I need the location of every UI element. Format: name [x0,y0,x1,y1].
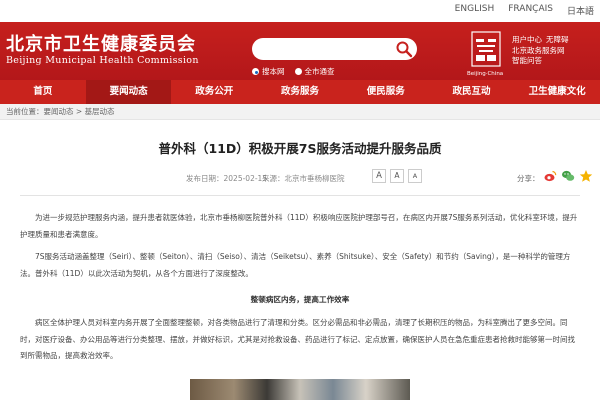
lang-japanese-link[interactable]: 日本語 [567,4,594,17]
quick-links: 用户中心 无障碍 北京政务服务网 智能问答 [512,35,569,67]
article-meta: 发布日期：2025-02-15 来源：北京市垂杨柳医院 A A A 分享： [20,169,593,189]
nav-item-gov-service[interactable]: 政务服务 [257,80,343,104]
font-default-button[interactable]: A [390,169,404,183]
lang-french-link[interactable]: FRANÇAIS [508,4,553,17]
share-label: 分享： [517,174,540,183]
beijing-emblem-icon[interactable] [471,31,501,69]
nav-item-culture[interactable]: 卫生健康文化 [514,80,600,104]
breadcrumb-item-grassroots[interactable]: 基层动态 [85,107,115,116]
breadcrumb-prefix: 当前位置： [6,107,44,116]
scope-city-label: 全市通查 [304,67,335,76]
article-paragraph: 7S服务活动涵盖整理（Seiri）、整顿（Seiton）、清扫（Seiso）、清… [20,252,571,278]
accessibility-link[interactable]: 无障碍 [546,35,569,46]
font-increase-button[interactable]: A [372,169,386,183]
language-links: ENGLISH FRANÇAIS 日本語 [455,4,600,17]
main-nav: 首页 要闻动态 政务公开 政务服务 便民服务 政民互动 卫生健康文化 [0,80,600,104]
radio-unchecked-icon [294,68,302,75]
date-label: 发布日期： [186,174,224,183]
wechat-icon[interactable] [561,169,575,183]
site-title-cn[interactable]: 北京市卫生健康委员会 [6,30,196,56]
gov-service-link[interactable]: 北京政务服务网 [512,46,565,57]
nav-item-home[interactable]: 首页 [0,80,86,104]
breadcrumb-item-news[interactable]: 要闻动态 [44,107,74,116]
star-icon[interactable] [579,169,593,183]
search-input[interactable] [252,38,417,60]
font-decrease-button[interactable]: A [408,169,422,183]
scope-site-radio[interactable]: 搜本网 [252,66,285,77]
site-title-en[interactable]: Beijing Municipal Health Commission [6,55,199,66]
article-subheading: 整顿病区内务，提高工作效率 [250,295,350,304]
share-icons [543,169,593,183]
language-strip: ENGLISH FRANÇAIS 日本語 [0,0,600,22]
nav-item-interaction[interactable]: 政民互动 [429,80,515,104]
nav-item-gov-info[interactable]: 政务公开 [171,80,257,104]
scope-city-radio[interactable]: 全市通查 [294,66,335,77]
article-paragraph: 为进一步规范护理服务内涵，提升患者就医体验，北京市垂杨柳医院普外科（11D）积极… [20,213,578,239]
article-paragraph: 病区全体护理人员对科室内务开展了全面整理整顿，对各类物品进行了清理和分类。区分必… [20,318,575,360]
breadcrumb: 当前位置：要闻动态 > 基层动态 [0,104,600,120]
publish-date: 发布日期：2025-02-15 [186,173,267,184]
search-scope-group: 搜本网 全市通查 [252,66,335,77]
breadcrumb-separator: > [73,107,85,116]
source-label: 来源： [262,174,285,183]
scope-site-label: 搜本网 [262,67,285,76]
nav-item-news[interactable]: 要闻动态 [85,80,172,104]
article-title: 普外科（11D）积极开展7S服务活动提升服务品质 [158,141,442,156]
font-size-controls: A A A [372,169,422,183]
user-center-link[interactable]: 用户中心 [512,35,542,46]
radio-checked-icon [252,68,259,75]
weibo-icon[interactable] [543,169,557,183]
article-divider [20,195,580,196]
smart-qa-link[interactable]: 智能问答 [512,56,542,67]
date-value: 2025-02-15 [223,174,268,183]
article: 普外科（11D）积极开展7S服务活动提升服务品质 发布日期：2025-02-15… [0,138,600,400]
article-photo [190,378,410,400]
search-icon[interactable] [395,40,413,58]
lang-english-link[interactable]: ENGLISH [455,4,495,17]
source-value: 北京市垂杨柳医院 [284,174,345,183]
article-source: 来源：北京市垂杨柳医院 [262,173,345,184]
nav-item-public-service[interactable]: 便民服务 [343,80,429,104]
emblem-caption: Beijing·China [467,71,504,77]
site-header: 北京市卫生健康委员会 Beijing Municipal Health Comm… [0,22,600,80]
